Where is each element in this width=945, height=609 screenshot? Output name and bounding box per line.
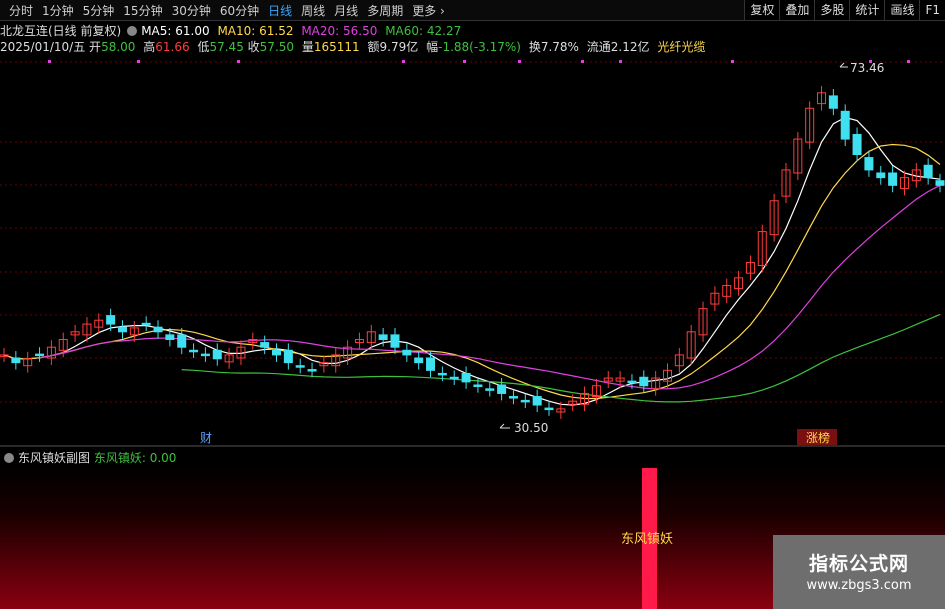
candle-body	[864, 157, 874, 171]
watermark-title: 指标公式网	[808, 553, 909, 575]
candle-body	[402, 349, 412, 356]
candle-body	[283, 349, 293, 364]
candle-body	[508, 396, 518, 399]
candle-body	[165, 334, 175, 340]
marker-dot	[731, 60, 734, 63]
candle-body	[485, 388, 495, 391]
candle-body	[106, 315, 116, 325]
ma-lines	[3, 116, 941, 406]
watermark-box: 指标公式网 www.zbgs3.com	[773, 535, 945, 609]
candle-body	[935, 180, 945, 186]
candle-body	[876, 172, 886, 179]
annotations	[499, 62, 848, 429]
candle-body	[390, 334, 400, 348]
marker-dot	[619, 60, 622, 63]
candle-body	[520, 399, 530, 403]
candle-body	[544, 407, 554, 411]
marker-dot	[907, 60, 910, 63]
candle-body	[828, 95, 838, 109]
candle-body	[260, 342, 270, 348]
candle-body	[923, 164, 933, 179]
candles-group	[0, 85, 945, 419]
candle-body	[200, 353, 210, 357]
candle-body	[497, 384, 507, 394]
candle-body	[840, 110, 850, 140]
kline-chart[interactable]: 东风镇妖 73.46 30.50 财 涨榜	[0, 0, 945, 609]
candle-body	[888, 172, 898, 186]
grid-lines	[0, 61, 945, 403]
candle-body	[414, 357, 424, 364]
candle-body	[627, 380, 637, 384]
sub-panel-title: 东风镇妖副图	[18, 451, 91, 465]
candle-body	[639, 376, 649, 387]
high-arrow	[839, 62, 848, 68]
candle-body	[437, 372, 447, 376]
candle-body	[35, 353, 45, 357]
candle-body	[449, 376, 459, 380]
candle-body	[117, 326, 127, 333]
sub-settings-icon[interactable]	[4, 453, 14, 463]
high-marker-label: 73.46	[850, 61, 884, 75]
candle-body	[141, 322, 151, 326]
candle-body	[212, 349, 222, 360]
candle-body	[189, 349, 199, 353]
low-arrow	[499, 423, 510, 429]
candle-body	[426, 357, 436, 371]
candle-body	[461, 372, 471, 383]
candle-body	[473, 384, 483, 387]
sub-indicator-value: 东风镇妖: 0.00	[93, 451, 177, 465]
marker-dot	[402, 60, 405, 63]
signal-label: 东风镇妖	[621, 532, 673, 547]
candle-body	[378, 334, 388, 340]
marker-dot	[581, 60, 584, 63]
tag-zhangbang[interactable]: 涨榜	[806, 430, 830, 445]
candle-body	[272, 349, 282, 356]
tag-cai[interactable]: 财	[200, 431, 212, 445]
candle-body	[177, 334, 187, 348]
sub-panel-header: 东风镇妖副图 东风镇妖: 0.00	[2, 449, 176, 466]
ma-line	[39, 184, 941, 390]
marker-dot	[48, 60, 51, 63]
marker-dot	[237, 60, 240, 63]
ma-line	[3, 116, 941, 406]
candle-body	[295, 365, 305, 368]
candle-body	[852, 133, 862, 155]
candle-body	[11, 357, 21, 364]
marker-dot	[137, 60, 140, 63]
candle-body	[153, 326, 163, 333]
watermark-url: www.zbgs3.com	[806, 578, 912, 593]
low-marker-label: 30.50	[514, 421, 548, 435]
candle-body	[307, 369, 317, 372]
marker-dot	[518, 60, 521, 63]
marker-dot	[463, 60, 466, 63]
candle-body	[532, 396, 542, 406]
